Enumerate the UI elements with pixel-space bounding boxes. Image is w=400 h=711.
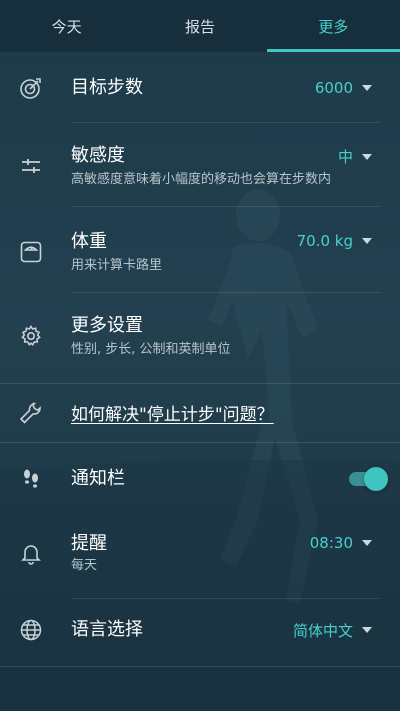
section-divider	[0, 666, 400, 667]
weight-description: 用来计算卡路里	[71, 257, 163, 273]
scale-icon	[18, 239, 44, 265]
gear-icon	[18, 323, 44, 349]
sensitivity-title: 敏感度	[71, 144, 125, 166]
sensitivity-row[interactable]: 敏感度 高敏感度意味着小幅度的移动也会算在步数内 中	[0, 138, 400, 194]
tab-report[interactable]: 报告	[133, 0, 266, 52]
reminder-time-value[interactable]: 08:30	[310, 534, 372, 552]
more-settings-description: 性别, 步长, 公制和英制单位	[71, 341, 231, 357]
reminder-frequency: 每天	[71, 557, 98, 573]
divider	[71, 206, 380, 207]
language-row[interactable]: 语言选择 简体中文	[0, 610, 400, 650]
wrench-icon	[18, 399, 44, 425]
target-icon	[18, 75, 44, 101]
bell-icon	[18, 540, 44, 566]
weight-row[interactable]: 体重 用来计算卡路里 70.0 kg	[0, 224, 400, 280]
more-settings-row[interactable]: 更多设置 性别, 步长, 公制和英制单位	[0, 308, 400, 364]
chevron-down-icon	[362, 627, 372, 633]
chevron-down-icon	[362, 153, 372, 160]
chevron-down-icon	[362, 540, 372, 546]
goal-steps-title: 目标步数	[71, 77, 143, 98]
tab-today[interactable]: 今天	[0, 0, 133, 52]
reminder-row[interactable]: 提醒 每天 08:30	[0, 532, 400, 574]
weight-value[interactable]: 70.0 kg	[297, 232, 372, 250]
stop-counting-help-row[interactable]: 如何解决"停止计步"问题？	[0, 392, 400, 432]
section-divider	[0, 442, 400, 443]
weight-title: 体重	[71, 230, 107, 252]
more-settings-title: 更多设置	[71, 314, 143, 336]
divider	[71, 598, 380, 599]
notification-bar-title: 通知栏	[71, 468, 125, 489]
chevron-down-icon	[362, 238, 372, 244]
goal-steps-row[interactable]: 目标步数 6000	[0, 62, 400, 114]
chevron-down-icon	[362, 85, 372, 91]
notification-bar-toggle[interactable]	[349, 467, 388, 491]
reminder-title: 提醒	[71, 532, 107, 554]
toggle-knob	[364, 467, 388, 491]
notification-bar-row[interactable]: 通知栏	[0, 458, 400, 500]
section-divider	[0, 383, 400, 384]
sensitivity-value[interactable]: 中	[338, 146, 372, 167]
divider	[71, 122, 380, 123]
tab-bar: 今天 报告 更多	[0, 0, 400, 52]
stop-counting-help-link[interactable]: 如何解决"停止计步"问题？	[71, 400, 274, 425]
sensitivity-description: 高敏感度意味着小幅度的移动也会算在步数内	[71, 171, 332, 187]
divider	[71, 292, 380, 293]
globe-icon	[18, 617, 44, 643]
language-value[interactable]: 简体中文	[293, 620, 372, 641]
goal-steps-value[interactable]: 6000	[315, 79, 372, 97]
sliders-icon	[18, 153, 44, 179]
footprints-icon	[18, 466, 44, 492]
language-title: 语言选择	[71, 619, 143, 640]
tab-more[interactable]: 更多	[266, 0, 400, 52]
